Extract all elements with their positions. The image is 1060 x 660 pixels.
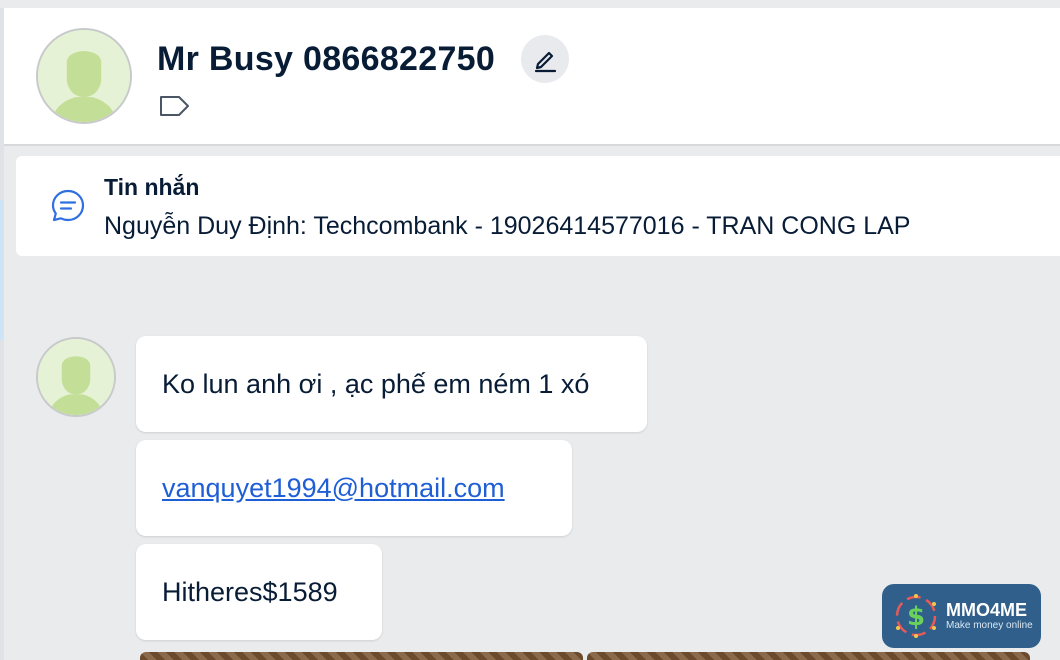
watermark-logo: $ MMO4ME Make money online	[882, 584, 1041, 648]
message-bubble[interactable]: Hitheres$1589	[136, 544, 382, 640]
message-text: Ko lun anh ơi , ạc phế em ném 1 xó	[162, 368, 590, 399]
watermark-subtitle: Make money online	[946, 620, 1033, 631]
default-avatar-icon	[38, 30, 130, 122]
watermark-title: MMO4ME	[946, 600, 1027, 620]
pinned-title: Tin nhắn	[104, 174, 200, 200]
message-text: Hitheres$1589	[162, 576, 338, 607]
image-attachment[interactable]	[140, 652, 583, 660]
pinned-text: Nguyễn Duy Định: Techcombank - 190264145…	[104, 212, 911, 240]
image-attachment-row	[140, 652, 1030, 660]
message-bubble[interactable]: Ko lun anh ơi , ạc phế em ném 1 xó	[136, 336, 647, 432]
image-attachment[interactable]	[587, 652, 1030, 660]
dollar-circle-icon: $	[895, 594, 937, 638]
svg-text:$: $	[907, 602, 925, 632]
contact-name: Mr Busy 0866822750	[157, 40, 496, 78]
tag-icon[interactable]	[159, 94, 191, 118]
conversation-header: Mr Busy 0866822750	[4, 8, 1060, 146]
edit-name-button[interactable]	[521, 35, 569, 83]
default-avatar-icon	[38, 339, 114, 415]
pinned-message-card[interactable]: Tin nhắn Nguyễn Duy Định: Techcombank - …	[16, 156, 1060, 256]
pencil-icon	[534, 51, 557, 73]
email-link[interactable]: vanquyet1994@hotmail.com	[162, 473, 505, 504]
left-panel-accent	[0, 200, 3, 340]
contact-avatar[interactable]	[36, 28, 132, 124]
window-top-strip	[0, 0, 1060, 8]
message-bubble[interactable]: vanquyet1994@hotmail.com	[136, 440, 572, 536]
sender-avatar[interactable]	[36, 337, 116, 417]
chat-bubble-icon	[51, 189, 85, 222]
